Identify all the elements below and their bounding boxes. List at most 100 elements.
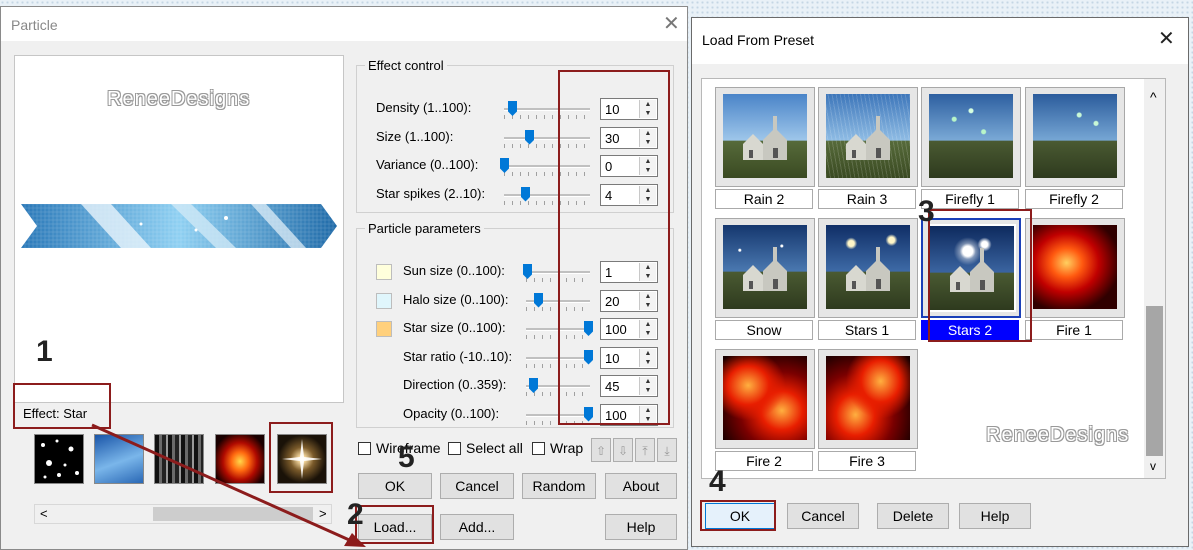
preset-thumbnail[interactable] [1025,87,1125,187]
help-button[interactable]: Help [605,514,677,540]
preview-panel: ReneeDesigns [14,55,344,403]
preset-image [723,356,807,440]
preset-thumbnail[interactable] [715,87,815,187]
effect-thumb-sky[interactable] [94,434,144,484]
effect-thumb-starfield[interactable] [34,434,84,484]
preset-label-text: Firefly 1 [945,191,995,207]
preset-thumbnail[interactable] [715,218,815,318]
preset-scroll-thumb[interactable] [1146,306,1163,456]
arrow-up-icon: ⇧ [595,444,607,458]
param-label: Star ratio (-10..10): [403,348,513,364]
preset-label[interactable]: Rain 3 [818,189,916,209]
random-button[interactable]: Random [522,473,596,499]
preset-label[interactable]: Snow [715,320,813,340]
preview-watermark: ReneeDesigns [107,88,251,110]
preset-thumbnail[interactable] [818,218,918,318]
wrap-checkbox[interactable] [532,442,545,455]
preset-help-button[interactable]: Help [959,503,1031,529]
preset-image [723,225,807,309]
preset-scrollbar[interactable]: ^ v [1144,79,1165,478]
church-icon [846,247,890,291]
preset-thumbnail[interactable] [715,349,815,449]
preset-thumbnail[interactable] [818,349,918,449]
color-swatch[interactable] [376,292,392,309]
preset-image [929,94,1013,178]
effects-scrollbar[interactable]: < > [34,504,332,524]
preset-label-text: Snow [746,322,782,338]
scroll-right-icon[interactable]: > [319,506,327,521]
effect-control-title: Effect control [365,58,447,73]
highlight-preset-ok [700,500,776,531]
arrow-down-icon: ⇩ [617,444,629,458]
arrow-top-icon: ⤒ [642,444,648,458]
cancel-button[interactable]: Cancel [440,473,514,499]
church-icon [743,247,787,291]
param-label: Star spikes (2..10): [376,185,486,201]
church-icon [743,116,787,160]
wrap-label: Wrap [550,440,584,456]
preset-label[interactable]: Rain 2 [715,189,813,209]
preset-label-text: Firefly 2 [1049,191,1099,207]
select-all-checkbox[interactable] [448,442,461,455]
preset-delete-button[interactable]: Delete [877,503,949,529]
param-label: Variance (0..100): [376,157,479,172]
move-up-button[interactable]: ⇧ [591,438,611,462]
preset-cancel-button[interactable]: Cancel [787,503,859,529]
color-swatch[interactable] [376,264,392,280]
move-down-button[interactable]: ⇩ [613,438,633,462]
param-label: Size (1..100): [376,128,454,144]
annotation-number-1: 1 [36,335,53,368]
color-swatch[interactable] [376,321,392,337]
church-icon [846,116,890,160]
preset-watermark: ReneeDesigns [986,424,1130,446]
preset-label-text: Fire 1 [1056,322,1092,338]
starfield-icon [35,435,83,483]
move-top-button[interactable]: ⤒ [635,438,655,462]
preset-image [723,94,807,178]
title-bar: Particle ✕ [1,7,687,41]
annotation-number-2: 2 [347,498,364,531]
preset-label-text: Rain 3 [846,191,888,207]
about-button[interactable]: About [605,473,677,499]
arrow-bottom-icon: ⤓ [664,444,670,458]
preset-label-text: Fire 3 [849,453,885,469]
param-label: Star size (0..100): [403,320,506,335]
preset-image [1033,94,1117,178]
add-button[interactable]: Add... [440,514,514,540]
param-label: Sun size (0..100): [403,263,505,278]
scroll-down-icon[interactable]: v [1150,459,1156,473]
preset-title-bar: Load From Preset ✕ [692,18,1188,64]
preset-thumbnail[interactable] [1025,218,1125,318]
select-all-label: Select all [466,440,523,456]
effect-thumb-smoke[interactable] [154,434,204,484]
scroll-left-icon[interactable]: < [40,506,48,521]
move-bottom-button[interactable]: ⤓ [657,438,677,462]
ok-button[interactable]: OK [358,473,432,499]
preset-label[interactable]: Fire 1 [1025,320,1123,340]
preset-image [826,356,910,440]
preset-image [1033,225,1117,309]
preview-image [21,204,337,248]
annotation-number-3: 3 [918,195,935,228]
annotation-number-5: 5 [398,441,415,474]
highlight-load-button [355,505,434,544]
scroll-up-icon[interactable]: ^ [1150,89,1157,105]
preset-label[interactable]: Fire 3 [818,451,916,471]
highlight-star-thumb [269,422,333,493]
preset-label[interactable]: Stars 1 [818,320,916,340]
preset-thumbnail[interactable] [921,87,1021,187]
close-icon[interactable]: ✕ [1158,29,1175,49]
preset-label[interactable]: Fire 2 [715,451,813,471]
preset-thumbnail[interactable] [818,87,918,187]
highlight-effect-label [13,383,111,429]
annotation-number-4: 4 [709,465,726,498]
preset-image [826,225,910,309]
close-icon[interactable]: ✕ [663,14,680,34]
preset-label[interactable]: Firefly 2 [1025,189,1123,209]
effect-thumb-fire[interactable] [215,434,265,484]
highlight-stars2-preset [928,209,1032,342]
scroll-thumb[interactable] [153,507,313,521]
wireframe-checkbox[interactable] [358,442,371,455]
preset-label[interactable]: Firefly 1 [921,189,1019,209]
preset-label-text: Fire 2 [746,453,782,469]
